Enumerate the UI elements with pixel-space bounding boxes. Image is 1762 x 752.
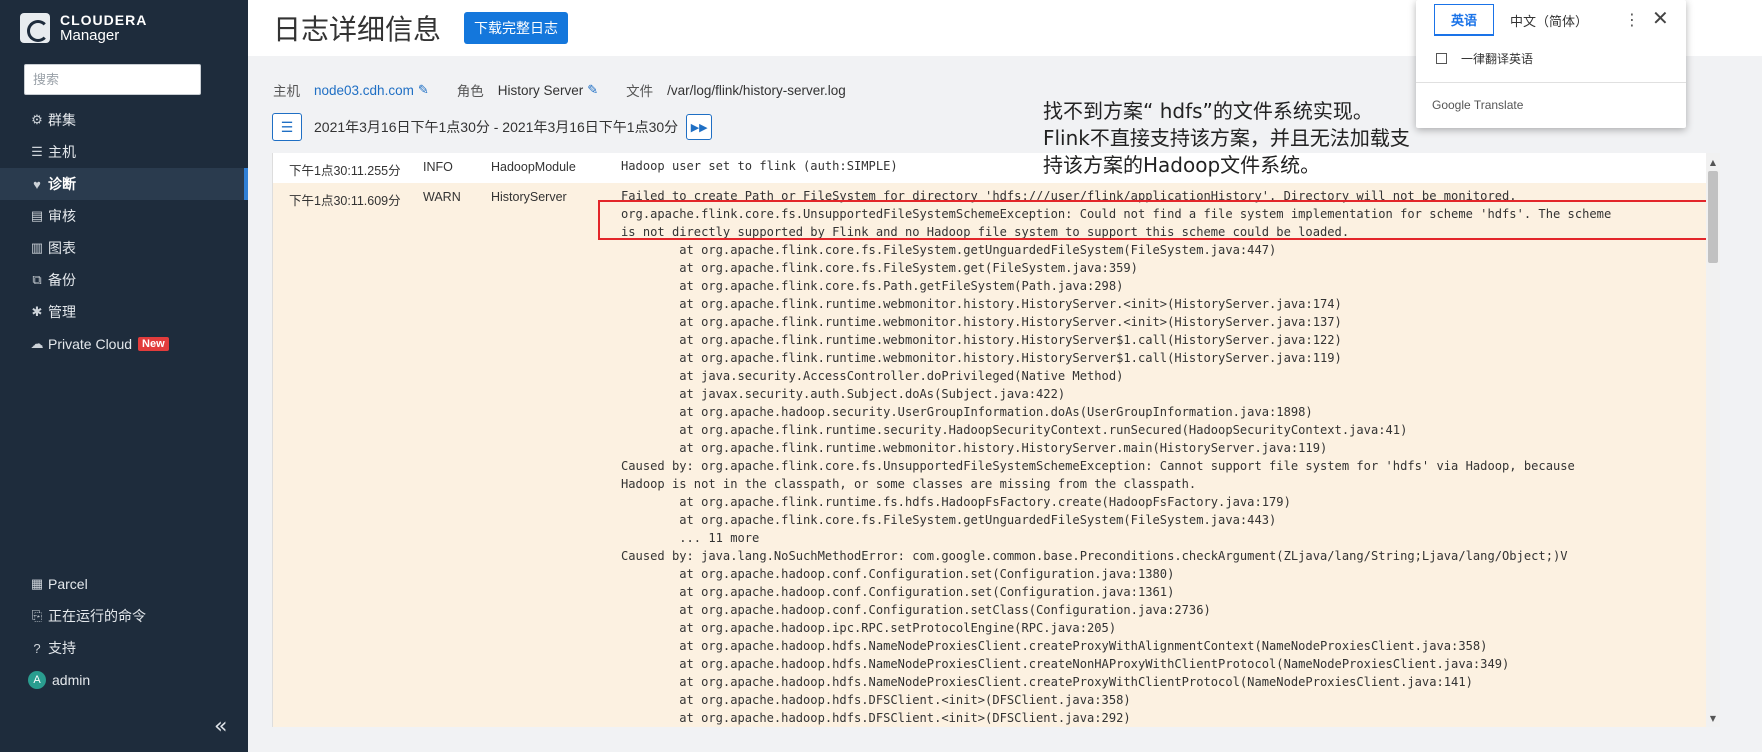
always-translate-option[interactable]: 一律翻译英语 — [1436, 50, 1533, 67]
heartbeat-icon: ♥ — [33, 176, 41, 192]
cloud-icon: ☁ — [30, 336, 44, 351]
sidebar-item-administration[interactable]: ✱ 管理 — [0, 296, 248, 328]
host-link[interactable]: node03.cdh.com — [314, 83, 414, 98]
sidebar-item-audit[interactable]: ▤ 审核 — [0, 200, 248, 232]
translate-tabs: 英语 中文（简体） — [1434, 4, 1604, 36]
sidebar-item-support[interactable]: ? 支持 — [0, 632, 248, 664]
sidebar-nav: ⚙ 群集 ☰ 主机 ♥ 诊断 ▤ 审核 ▥ 图表 ⧉ 备份 ✱ 管理 ☁ Pri — [0, 104, 248, 360]
translation-line: 找不到方案“ hdfs”的文件系统实现。 — [1043, 99, 1373, 123]
tab-chinese-simplified[interactable]: 中文（简体） — [1494, 4, 1604, 36]
cluster-icon: ⚙ — [31, 112, 43, 127]
always-translate-checkbox[interactable] — [1436, 53, 1447, 64]
sidebar-item-running-commands[interactable]: ⎘ 正在运行的命令 — [0, 600, 248, 632]
translate-popup: 英语 中文（简体） ⋮ ✕ 一律翻译英语 Google Translate — [1416, 0, 1686, 128]
edit-role-icon[interactable]: ✎ — [587, 82, 598, 98]
cloudera-logo-icon — [20, 13, 50, 43]
file-path: /var/log/flink/history-server.log — [667, 82, 846, 98]
sidebar-item-backup[interactable]: ⧉ 备份 — [0, 264, 248, 296]
backup-icon: ⧉ — [32, 272, 42, 287]
sidebar-item-diagnostics[interactable]: ♥ 诊断 — [0, 168, 248, 200]
scroll-up-icon[interactable]: ▲ — [1706, 155, 1720, 169]
sidebar-item-label: Private Cloud — [48, 336, 133, 352]
chart-icon: ▥ — [30, 240, 44, 255]
sidebar-item-label: 群集 — [48, 112, 76, 128]
log-time: 下午1点30:11.255分 — [289, 164, 401, 178]
avatar: A — [28, 671, 46, 689]
sidebar-item-hosts[interactable]: ☰ 主机 — [0, 136, 248, 168]
log-scrollbar[interactable]: ▲ ▼ — [1706, 153, 1720, 727]
sidebar-item-label: 支持 — [48, 640, 76, 656]
table-row: 下午1点30:11.609分 WARN HistoryServer Failed… — [273, 183, 1706, 727]
google-translate-brand: Google Translate — [1432, 98, 1524, 112]
sidebar-item-charts[interactable]: ▥ 图表 — [0, 232, 248, 264]
sidebar-item-label: 审核 — [48, 208, 76, 224]
sidebar-search-input[interactable] — [24, 64, 201, 95]
divider — [1416, 82, 1686, 83]
sidebar-item-parcel[interactable]: ▦ Parcel — [0, 568, 248, 600]
page-title: 日志详细信息 — [273, 13, 442, 46]
translation-line: Flink不直接支持该方案，并且无法加载支 — [1043, 126, 1410, 150]
scroll-thumb[interactable] — [1708, 171, 1718, 263]
sidebar-item-clusters[interactable]: ⚙ 群集 — [0, 104, 248, 136]
sidebar-item-label: Parcel — [48, 576, 88, 592]
host-list-icon: ☰ — [31, 144, 43, 159]
log-source: HistoryServer — [491, 190, 567, 204]
product-name: Manager — [60, 27, 120, 44]
download-full-log-button[interactable]: 下载完整日志 — [464, 12, 568, 44]
time-range-bar: ☰ 2021年3月16日下午1点30分 - 2021年3月16日下午1点30分 … — [272, 113, 713, 141]
sidebar-item-label: 诊断 — [48, 176, 76, 192]
log-level: WARN — [423, 190, 461, 204]
translation-line: 持该方案的Hadoop文件系统。 — [1043, 153, 1321, 177]
gear-icon: ✱ — [31, 304, 43, 319]
host-label: 主机 — [273, 84, 300, 99]
sidebar-item-label: admin — [52, 672, 91, 688]
sidebar-item-label: 主机 — [48, 144, 76, 160]
sidebar-item-label: 管理 — [48, 304, 76, 320]
log-time: 下午1点30:11.609分 — [289, 194, 401, 208]
log-message: Hadoop user set to flink (auth:SIMPLE) — [621, 159, 898, 173]
translation-overlay: 找不到方案“ hdfs”的文件系统实现。 Flink不直接支持该方案，并且无法加… — [1043, 98, 1410, 179]
commands-icon: ⎘ — [31, 608, 43, 623]
more-options-icon[interactable]: ⋮ — [1624, 10, 1640, 29]
time-range-text[interactable]: 2021年3月16日下午1点30分 - 2021年3月16日下午1点30分 — [314, 117, 678, 137]
list-view-icon[interactable]: ☰ — [272, 113, 302, 141]
tab-english[interactable]: 英语 — [1434, 4, 1495, 36]
always-translate-label: 一律翻译英语 — [1461, 52, 1534, 66]
help-icon: ? — [33, 640, 41, 656]
role-value: History Server — [497, 82, 584, 98]
log-table: 下午1点30:11.255分 INFO HadoopModule Hadoop … — [272, 153, 1706, 727]
log-meta: 主机 node03.cdh.com ✎ 角色 History Server ✎ … — [273, 80, 850, 100]
file-label: 文件 — [626, 84, 654, 99]
skip-to-end-icon[interactable]: ▶▶ — [686, 114, 713, 140]
log-source: HadoopModule — [491, 160, 576, 174]
sidebar: CLOUDERA Manager ⚙ 群集 ☰ 主机 ♥ 诊断 ▤ 审核 ▥ 图… — [0, 0, 248, 752]
audit-icon: ▤ — [30, 208, 44, 223]
sidebar-item-label: 备份 — [48, 272, 76, 288]
table-row: 下午1点30:11.255分 INFO HadoopModule Hadoop … — [273, 153, 1706, 183]
scroll-down-icon[interactable]: ▼ — [1706, 711, 1720, 725]
parcel-icon: ▦ — [30, 576, 44, 591]
sidebar-item-private-cloud[interactable]: ☁ Private Cloud New — [0, 328, 248, 360]
sidebar-item-label: 正在运行的命令 — [48, 608, 146, 624]
cloudera-logo[interactable]: CLOUDERA Manager — [20, 12, 147, 44]
collapse-sidebar-icon[interactable]: « — [214, 714, 227, 739]
log-level: INFO — [423, 160, 453, 174]
log-message: Failed to create Path or FileSystem for … — [621, 189, 1612, 725]
brand-name: CLOUDERA — [60, 12, 148, 28]
role-label: 角色 — [456, 84, 484, 99]
sidebar-bottom-nav: ▦ Parcel ⎘ 正在运行的命令 ? 支持 A admin — [0, 568, 248, 696]
edit-host-icon[interactable]: ✎ — [418, 82, 429, 98]
sidebar-item-label: 图表 — [48, 240, 76, 256]
sidebar-item-user[interactable]: A admin — [0, 664, 248, 696]
new-badge: New — [138, 337, 169, 351]
close-icon[interactable]: ✕ — [1652, 6, 1669, 30]
